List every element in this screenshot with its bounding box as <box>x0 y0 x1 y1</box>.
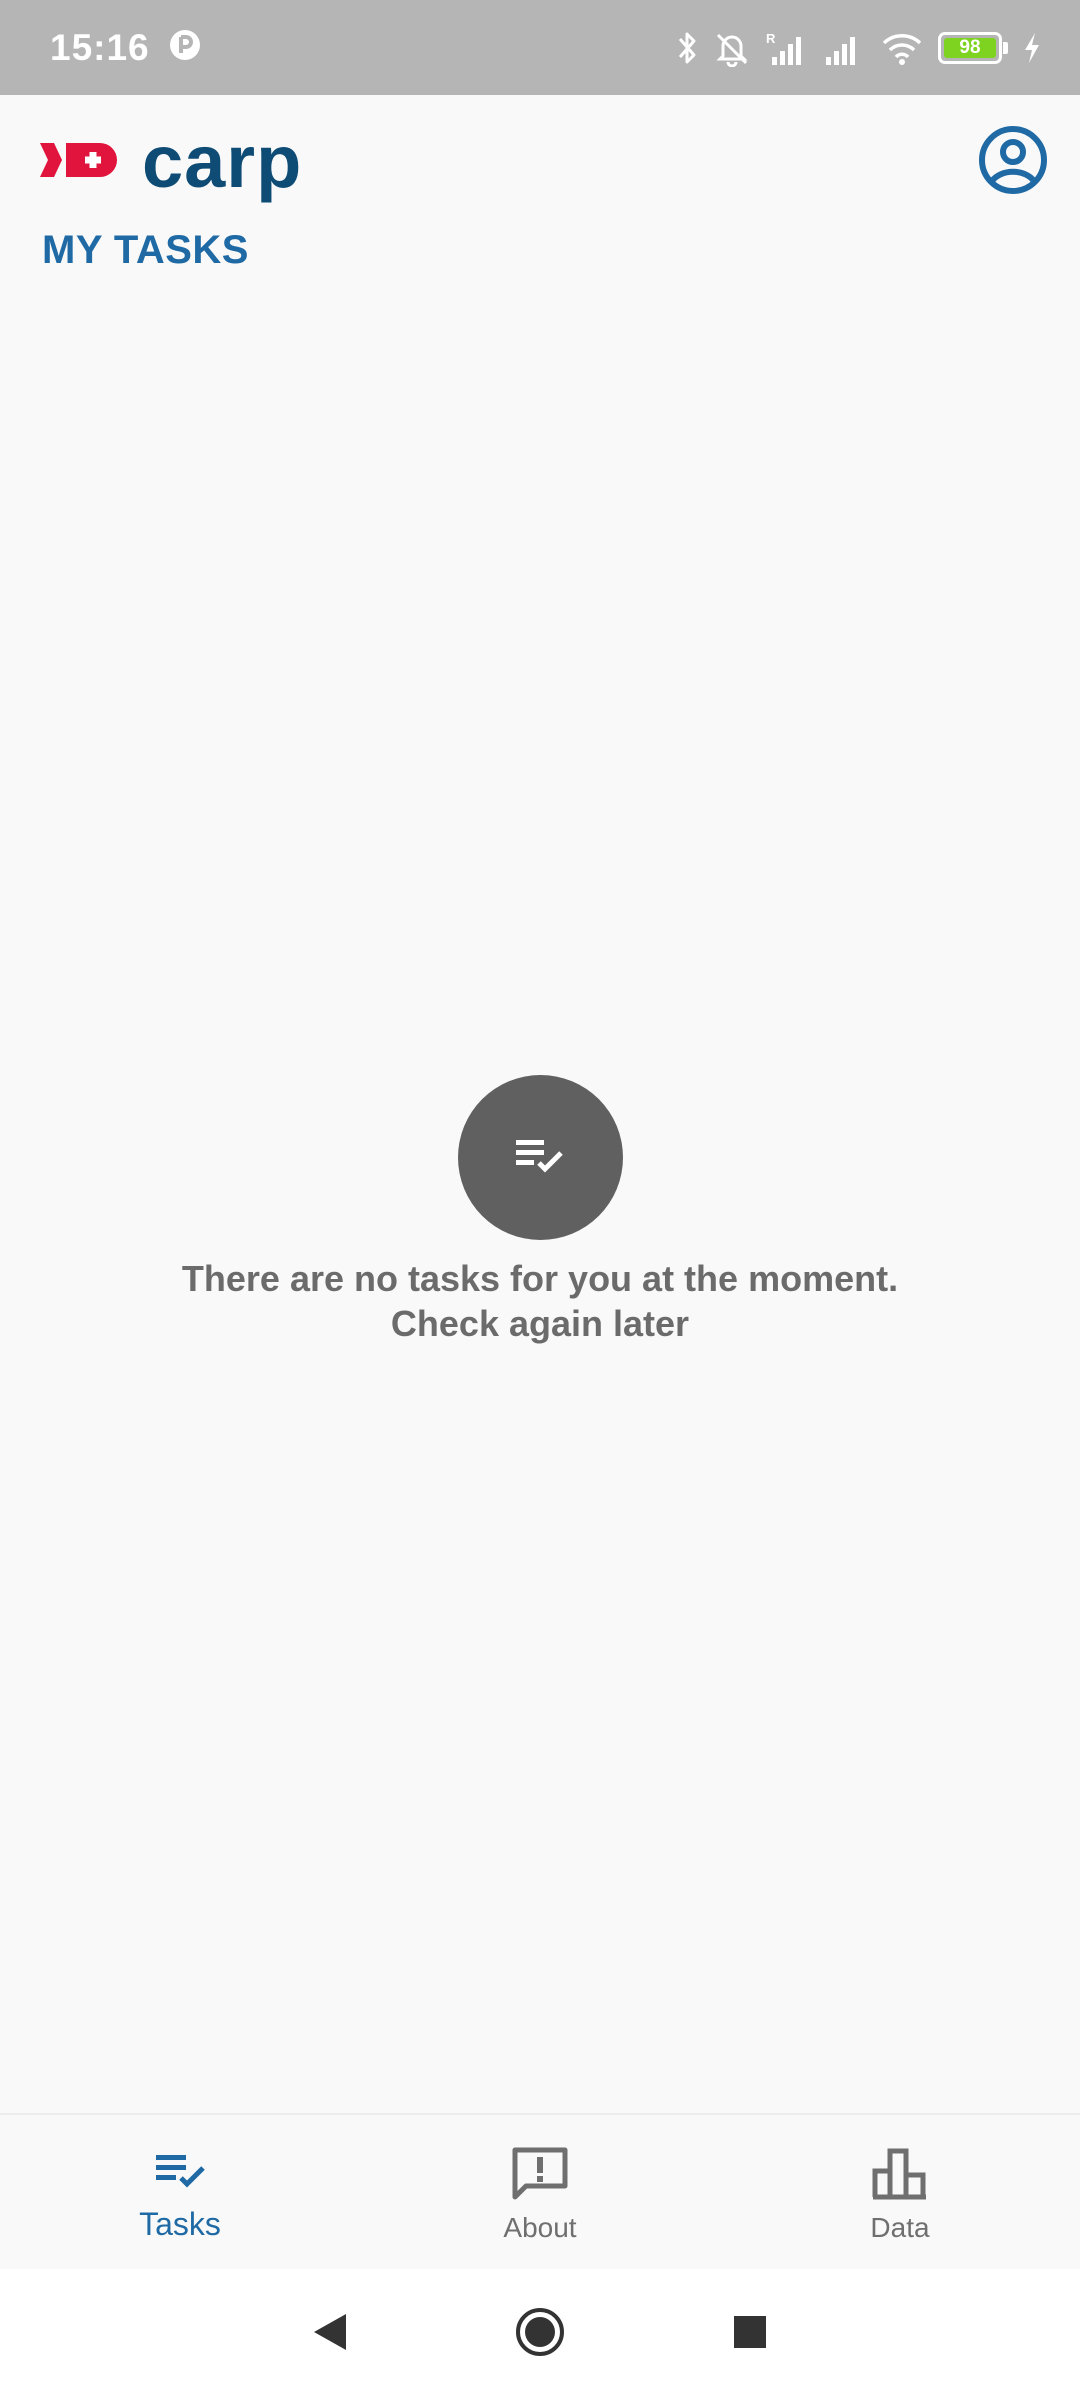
carp-logo-mark-icon <box>40 139 118 186</box>
screen: 15:16 R 98 carp MY TASKS There are no ta… <box>0 0 1080 2400</box>
empty-message-line2: Check again later <box>390 1303 690 1344</box>
task-list-check-icon <box>150 2145 210 2200</box>
signal-icon <box>822 29 866 67</box>
back-button[interactable] <box>300 2305 360 2365</box>
nav-tab-data[interactable]: Data <box>720 2115 1080 2269</box>
signal-roaming-icon: R <box>764 29 808 67</box>
bluetooth-icon <box>676 29 700 67</box>
status-time: 15:16 <box>50 26 150 68</box>
nav-tab-about[interactable]: About <box>360 2115 720 2269</box>
bell-off-icon <box>714 29 750 67</box>
empty-state: There are no tasks for you at the moment… <box>0 1075 1080 1346</box>
wifi-icon <box>880 29 924 67</box>
empty-message-line1: There are no tasks for you at the moment… <box>181 1258 899 1299</box>
feedback-icon <box>510 2145 570 2206</box>
empty-state-badge <box>457 1075 623 1240</box>
nav-label-tasks: Tasks <box>139 2206 221 2242</box>
bottom-nav: Tasks About Data <box>0 2113 1080 2269</box>
page-title: MY TASKS <box>42 228 249 272</box>
back-icon <box>310 2310 350 2359</box>
task-list-check-icon <box>510 1130 570 1185</box>
empty-state-message: There are no tasks for you at the moment… <box>182 1256 898 1346</box>
nav-tab-tasks[interactable]: Tasks <box>0 2115 360 2269</box>
battery-icon: 98 <box>938 31 1008 64</box>
system-nav-bar <box>0 2269 1080 2400</box>
status-bar: 15:16 R 98 <box>0 0 1080 95</box>
nav-label-data: Data <box>870 2212 930 2243</box>
app-header: carp MY TASKS <box>0 95 1080 295</box>
logo-text: carp <box>142 120 303 203</box>
home-icon <box>514 2306 566 2363</box>
status-left: 15:16 <box>50 27 202 69</box>
recents-button[interactable] <box>720 2305 780 2365</box>
bar-chart-icon <box>870 2145 930 2206</box>
status-right: R 98 <box>676 29 1042 67</box>
home-button[interactable] <box>510 2305 570 2365</box>
carp-logo: carp <box>40 125 302 199</box>
nav-label-about: About <box>503 2212 577 2243</box>
app-notification-icon <box>168 28 202 67</box>
charging-icon <box>1022 31 1042 65</box>
recents-icon <box>732 2314 768 2355</box>
profile-button[interactable] <box>976 125 1050 199</box>
account-circle-icon <box>978 125 1048 200</box>
battery-level: 98 <box>944 37 996 58</box>
svg-text:R: R <box>766 31 776 46</box>
